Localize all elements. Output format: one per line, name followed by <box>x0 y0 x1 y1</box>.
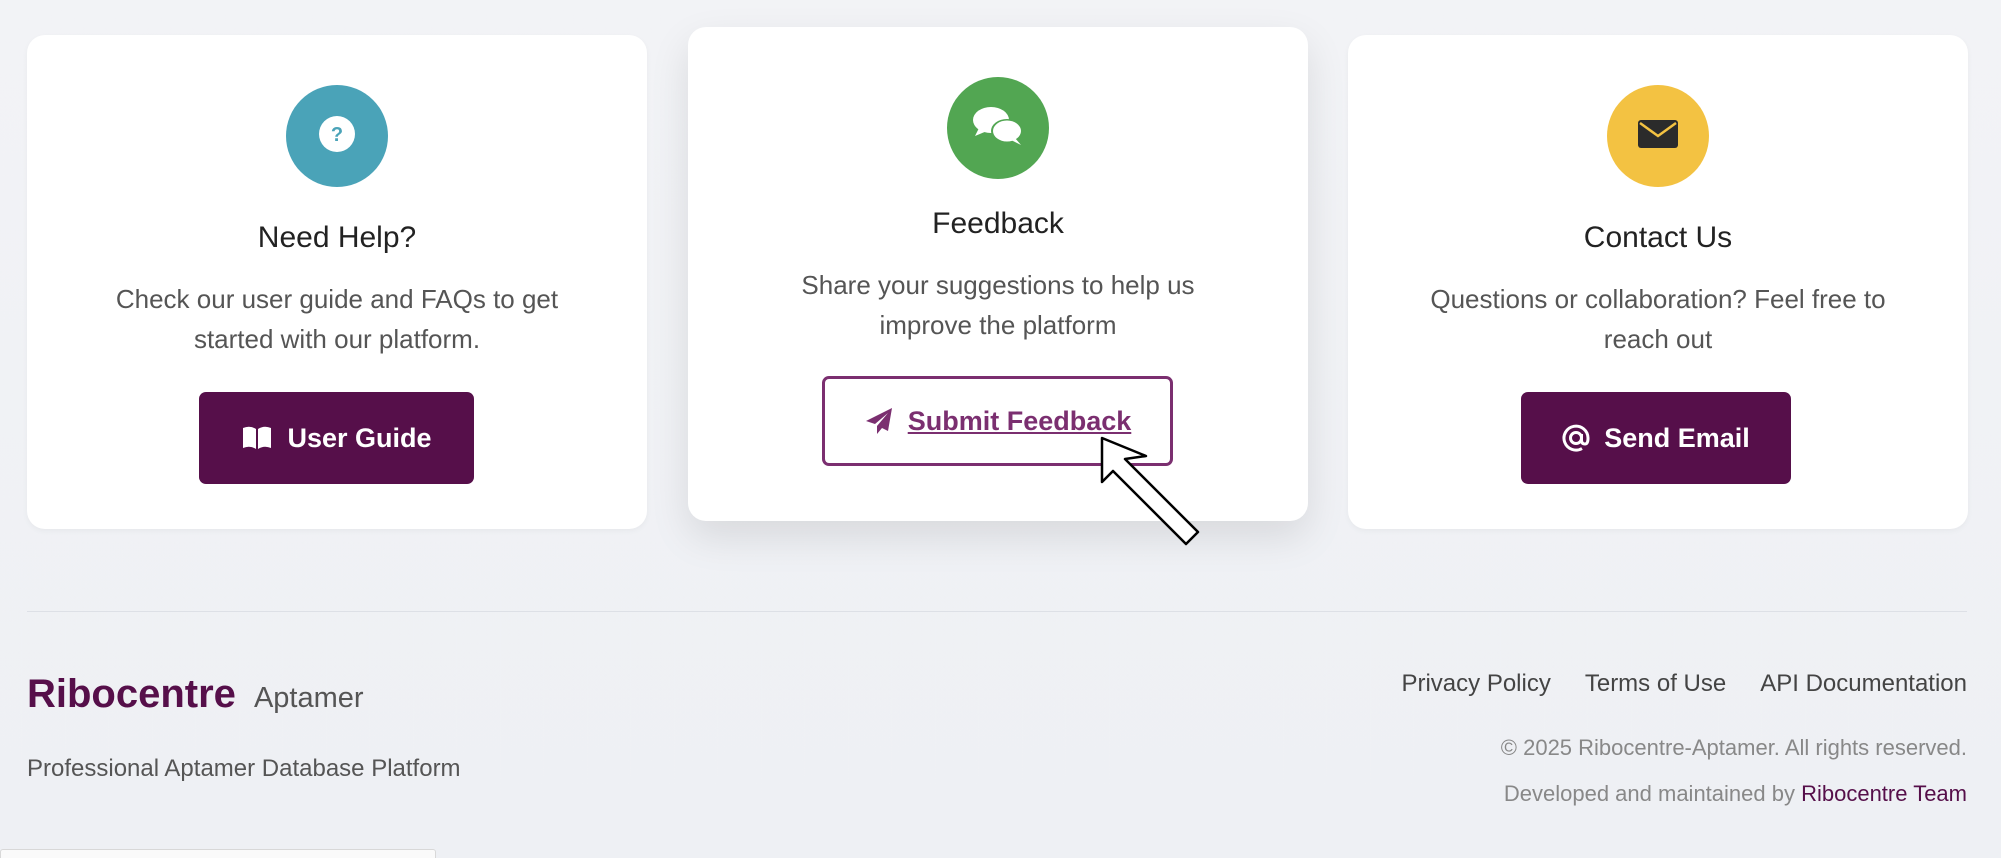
feedback-card-description: Share your suggestions to help us improv… <box>801 270 1195 340</box>
help-card: ? Need Help? Check our user guide and FA… <box>27 35 647 529</box>
copyright-text: © 2025 Ribocentre-Aptamer. All rights re… <box>1500 735 1967 760</box>
user-guide-button[interactable]: User Guide <box>199 392 474 484</box>
send-email-button[interactable]: Send Email <box>1521 392 1791 484</box>
book-icon <box>241 425 273 451</box>
ribocentre-team-link[interactable]: Ribocentre Team <box>1801 781 1967 806</box>
help-icon-circle: ? <box>286 85 388 187</box>
support-cards: ? Need Help? Check our user guide and FA… <box>27 27 1968 537</box>
help-card-title: Need Help? <box>257 221 417 254</box>
api-documentation-link[interactable]: API Documentation <box>1760 670 1967 698</box>
contact-card: Contact Us Questions or collaboration? F… <box>1348 35 1968 529</box>
comments-icon <box>971 104 1025 153</box>
contact-card-description: Questions or collaboration? Feel free to… <box>1430 284 1886 354</box>
svg-text:?: ? <box>331 124 343 146</box>
brand-sub: Aptamer <box>253 682 364 714</box>
paper-plane-icon <box>864 407 894 435</box>
submit-feedback-label: Submit Feedback <box>907 405 1132 436</box>
send-email-label: Send Email <box>1604 422 1750 453</box>
envelope-icon <box>1636 118 1680 155</box>
contact-icon-circle <box>1607 85 1709 187</box>
bottom-tab-edge <box>0 849 436 858</box>
user-guide-label: User Guide <box>287 422 432 453</box>
help-card-description: Check our user guide and FAQs to get sta… <box>115 284 559 354</box>
footer-tagline: Professional Aptamer Database Platform <box>27 755 461 782</box>
terms-of-use-link[interactable]: Terms of Use <box>1585 670 1726 698</box>
footer-brand: Ribocentre Aptamer <box>27 672 364 717</box>
footer-links: Privacy Policy Terms of Use API Document… <box>1401 670 1967 698</box>
brand-name: Ribocentre <box>27 672 236 716</box>
question-icon: ? <box>317 114 357 159</box>
developed-by: Developed and maintained by Ribocentre T… <box>1504 781 1967 807</box>
feedback-icon-circle <box>947 77 1049 179</box>
developed-prefix: Developed and maintained by <box>1503 781 1795 806</box>
footer-divider <box>27 611 1967 612</box>
at-icon <box>1562 424 1590 452</box>
privacy-policy-link[interactable]: Privacy Policy <box>1401 670 1550 698</box>
mouse-pointer-icon <box>1100 436 1224 560</box>
contact-card-title: Contact Us <box>1583 221 1733 254</box>
feedback-card-title: Feedback <box>932 207 1064 240</box>
